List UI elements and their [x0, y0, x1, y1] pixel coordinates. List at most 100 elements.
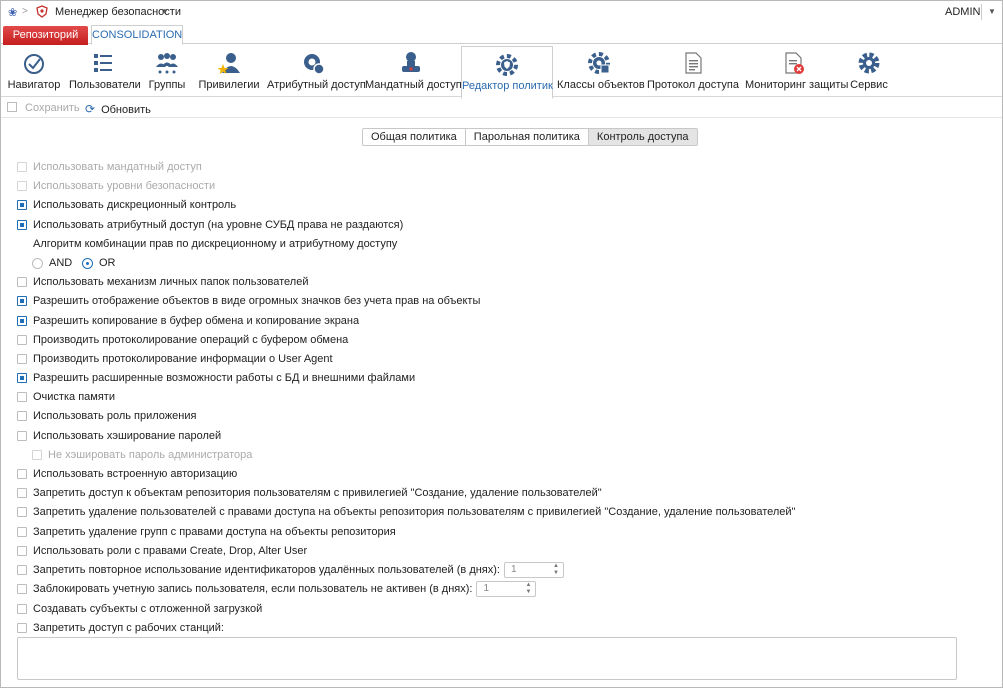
checkbox[interactable] [17, 584, 27, 594]
ribbon-label: Протокол доступа [647, 79, 739, 91]
checkbox[interactable] [17, 431, 27, 441]
setting-app-role[interactable]: Использовать роль приложения [17, 409, 196, 423]
ribbon-label: Пользователи [69, 79, 141, 91]
combo-label: Алгоритм комбинации прав по дискреционно… [33, 238, 398, 250]
setting-mandatory[interactable]: Использовать мандатный доступ [17, 160, 202, 174]
ribbon-policy-editor[interactable]: Редактор политик [461, 46, 553, 99]
tab-password-policy[interactable]: Парольная политика [465, 129, 589, 145]
ribbon-privileges[interactable]: Привилегии [197, 45, 261, 97]
refresh-label: Обновить [101, 104, 151, 116]
setting-no-admin-hash[interactable]: Не хэшировать пароль администратора [32, 448, 252, 462]
chevron-down-icon[interactable]: ▼ [988, 7, 996, 16]
setting-block-inactive[interactable]: Заблокировать учетную запись пользовател… [17, 581, 537, 597]
save-icon [7, 102, 17, 112]
setting-personal-folders[interactable]: Использовать механизм личных папок польз… [17, 275, 308, 289]
access-log-icon [681, 51, 705, 75]
radio-button[interactable] [82, 257, 93, 269]
setting-pwd-hash[interactable]: Использовать хэширование паролей [17, 429, 221, 443]
radio-or[interactable]: OR [82, 256, 116, 270]
checkbox[interactable] [17, 527, 27, 537]
app-logo-icon[interactable]: ❀ [8, 6, 17, 19]
checkbox[interactable] [17, 392, 27, 402]
ribbon-label: Навигатор [7, 79, 61, 91]
checkbox[interactable] [17, 546, 27, 556]
checkbox[interactable] [17, 181, 27, 191]
setting-deny-reuse-ids[interactable]: Запретить повторное использование иденти… [17, 562, 564, 578]
checkbox[interactable] [17, 335, 27, 345]
checkbox[interactable] [17, 220, 27, 230]
setting-deny-workstations[interactable]: Запретить доступ с рабочих станций: [17, 621, 224, 635]
setting-attribute[interactable]: Использовать атрибутный доступ (на уровн… [17, 218, 403, 232]
setting-label: Использовать роли с правами Create, Drop… [33, 545, 308, 557]
setting-big-icons[interactable]: Разрешить отображение объектов в виде ог… [17, 294, 480, 308]
reuse-days-stepper[interactable]: 1 ▲ ▼ [503, 562, 564, 578]
setting-roles-cda[interactable]: Использовать роли с правами Create, Drop… [17, 544, 307, 558]
setting-deferred-subjects[interactable]: Создавать субъекты с отложенной загрузко… [17, 602, 262, 616]
ribbon-mandatory-access[interactable]: Мандатный доступ [365, 45, 462, 97]
setting-clipboard[interactable]: Разрешить копирование в буфер обмена и к… [17, 314, 359, 328]
checkbox[interactable] [17, 354, 27, 364]
checkbox[interactable] [17, 162, 27, 172]
refresh-icon: ⟳ [85, 102, 96, 116]
setting-clipboard-log[interactable]: Производить протоколирование операций с … [17, 333, 348, 347]
tab-general-policy[interactable]: Общая политика [363, 129, 466, 145]
setting-label: Использовать атрибутный доступ (на уровн… [33, 219, 404, 231]
stepper-arrows-icon[interactable]: ▲ ▼ [526, 582, 532, 596]
ribbon-users[interactable]: Пользователи [69, 45, 141, 97]
security-manager-icon [36, 5, 48, 21]
setting-discretionary[interactable]: Использовать дискреционный контроль [17, 198, 236, 212]
setting-label: Производить протоколирование информации … [33, 353, 333, 365]
tab-consolidation[interactable]: CONSOLIDATION [91, 25, 183, 45]
service-icon [857, 51, 881, 75]
groups-icon [155, 51, 179, 75]
setting-label: Производить протоколирование операций с … [33, 334, 349, 346]
ribbon-service[interactable]: Сервис [847, 45, 891, 97]
setting-deny-group-delete[interactable]: Запретить удаление групп с правами досту… [17, 525, 396, 539]
checkbox[interactable] [17, 604, 27, 614]
radio-button[interactable] [32, 257, 43, 269]
save-button[interactable]: Сохранить [7, 102, 80, 114]
checkbox[interactable] [17, 373, 27, 383]
tab-repository[interactable]: Репозиторий [3, 26, 88, 45]
ribbon-navigator[interactable]: Навигатор [1, 45, 67, 97]
ribbon-protection-monitoring[interactable]: Мониторинг защиты [745, 45, 848, 97]
setting-builtin-auth[interactable]: Использовать встроенную авторизацию [17, 467, 237, 481]
checkbox[interactable] [17, 200, 27, 210]
workstations-textarea[interactable] [17, 637, 957, 680]
setting-extended-db[interactable]: Разрешить расширенные возможности работы… [17, 371, 415, 385]
setting-user-agent-log[interactable]: Производить протоколирование информации … [17, 352, 333, 366]
ribbon-access-log[interactable]: Протокол доступа [647, 45, 739, 97]
users-list-icon [91, 51, 115, 75]
checkbox[interactable] [17, 469, 27, 479]
top-tabs: Репозиторий CONSOLIDATION [1, 24, 1002, 45]
checkbox[interactable] [17, 411, 27, 421]
setting-label: Использовать встроенную авторизацию [33, 468, 238, 480]
setting-deny-repo-access[interactable]: Запретить доступ к объектам репозитория … [17, 486, 602, 500]
setting-label: Запретить доступ с рабочих станций: [33, 622, 224, 634]
stepper-value: 1 [510, 564, 517, 575]
checkbox[interactable] [17, 316, 27, 326]
tab-access-control[interactable]: Контроль доступа [588, 129, 697, 145]
protection-monitoring-icon [782, 51, 806, 75]
checkbox[interactable] [17, 488, 27, 498]
setting-memory-clear[interactable]: Очистка памяти [17, 390, 115, 404]
radio-and[interactable]: AND [32, 256, 72, 270]
stepper-arrows-icon[interactable]: ▲ ▼ [553, 563, 559, 577]
setting-levels[interactable]: Использовать уровни безопасности [17, 179, 215, 193]
ribbon-groups[interactable]: Группы [141, 45, 193, 97]
user-name[interactable]: ADMIN [945, 6, 980, 18]
checkbox[interactable] [17, 277, 27, 287]
chevron-down-icon[interactable]: ▼ [161, 7, 169, 16]
checkbox[interactable] [17, 565, 27, 575]
object-classes-icon [587, 51, 611, 75]
ribbon-attribute-access[interactable]: Атрибутный доступ [267, 45, 366, 97]
checkbox[interactable] [32, 450, 42, 460]
refresh-button[interactable]: ⟳ Обновить [85, 102, 151, 116]
checkbox[interactable] [17, 623, 27, 633]
checkbox[interactable] [17, 507, 27, 517]
setting-deny-user-delete[interactable]: Запретить удаление пользователей с права… [17, 505, 795, 519]
policy-editor-icon [495, 53, 519, 77]
checkbox[interactable] [17, 296, 27, 306]
inactive-days-stepper[interactable]: 1 ▲ ▼ [476, 581, 537, 597]
ribbon-object-classes[interactable]: Классы объектов [557, 45, 645, 97]
